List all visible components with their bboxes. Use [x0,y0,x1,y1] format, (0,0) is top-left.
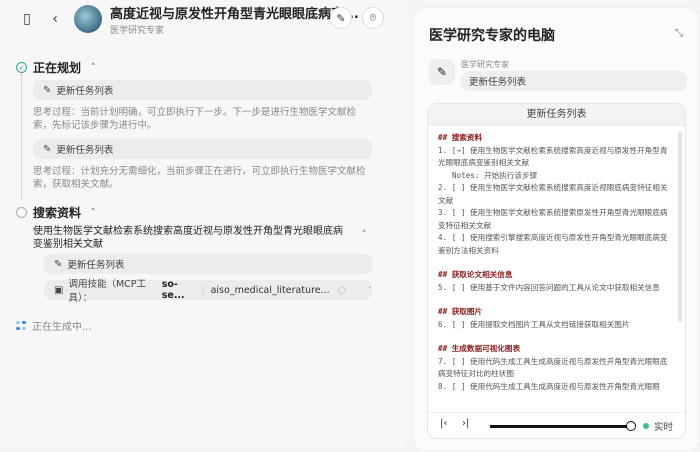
minimize-icon[interactable]: ⤡ [675,28,683,39]
skill-server: so-se... [161,279,185,301]
thought-text: 思考过程：计划充分无需细化，当前步骤正在进行，可立即执行生物医学文献检索，获取相… [33,166,366,190]
skill-label: 调用技能（MCP工具）： [68,279,147,304]
live-indicator[interactable]: 实时 [642,419,673,433]
action-update-tasklist[interactable]: ✎ 更新任务列表 [33,139,372,159]
section-heading: ## 搜索资料 [438,133,483,142]
agent-action: 更新任务列表 [461,71,687,91]
collapse-icon[interactable]: ˄ [362,230,367,240]
check-circle-icon: ✓ [16,62,27,73]
slider-handle[interactable] [626,421,636,431]
loading-dots-icon [16,320,26,331]
section-heading: ## 获取图片 [438,307,483,316]
generating-text: 正在生成中... [32,322,92,333]
pencil-icon: ✎ [54,258,63,270]
sidebar-toggle-icon[interactable]: ▯ [16,8,38,30]
skill-call[interactable]: ▣ 调用技能（MCP工具）： so-se... | aiso_medical_l… [44,279,372,304]
skip-start-icon[interactable]: |‹ [440,418,447,429]
new-note-icon[interactable]: ✎ [330,7,352,29]
avatar [74,5,102,33]
agent-name: 医学研究专家 [461,60,509,69]
task-line: 1. [→] 使用生物医学文献检索系统搜索高度近视与原发性开角型青光眼眼底病变鉴… [438,145,668,168]
chat-header: ▯ ‹ 高度近视与原发性开角型青光眼眼底病变... 医学研究专家 ✎ ⌾ [0,0,405,38]
task-line: 5. [ ] 使用基于文件内容回答问题的工具从论文中获取相关信息 [438,282,660,292]
viewer-title: 更新任务列表 [428,104,685,126]
tasklist-content[interactable]: ## 搜索资料 1. [→] 使用生物医学文献检索系统搜索高度近视与原发性开角型青… [438,132,674,410]
thought-text: 思考过程：当前计划明确，可立即执行下一步。下一步是进行生物医学文献检索，先标记该… [33,107,357,131]
chat-area: ▯ ‹ 高度近视与原发性开角型青光眼眼底病变... 医学研究专家 ✎ ⌾ ✓ 正… [0,0,405,447]
panel-title: 医学研究专家的电脑 [429,28,555,44]
action-update-tasklist[interactable]: ✎ 更新任务列表 [44,254,372,274]
skip-end-icon[interactable]: ›| [462,418,469,429]
tasklist-viewer: 更新任务列表 ## 搜索资料 1. [→] 使用生物医学文献检索系统搜索高度近视与… [427,103,686,439]
action-label: 更新任务列表 [56,145,114,156]
task-line: 3. [ ] 使用生物医学文献检索系统搜索原发性开角型青光眼眼底病变特征相关文献 [438,208,668,230]
task-line: 4. [ ] 使用搜索引擎搜索高度近视与原发性开角型青光眼眼底病变鉴别方法相关资… [438,233,668,255]
playback-controls: |‹ ›| 实时 [428,412,685,438]
timeline-line [21,74,22,200]
section-heading: ## 生成数据可视化图表 [438,344,521,353]
action-update-tasklist[interactable]: ✎ 更新任务列表 [33,80,372,100]
scrollbar[interactable] [678,132,682,322]
task-line: 7. [ ] 使用代码生成工具生成高度近视与原发性开角型青光眼眼底病变特征对比的… [438,356,668,379]
live-label: 实时 [653,422,673,433]
chevron-up-icon[interactable]: ˄ [91,63,96,73]
step-planning[interactable]: ✓ 正在规划 ˄ [16,59,96,76]
step-search[interactable]: 搜索资料 ˄ [16,204,96,221]
task-description: 使用生物医学文献检索系统搜索高度近视与原发性开角型青光眼眼底病变鉴别相关文献 [33,226,343,250]
skill-tool: aiso_medical_literature... [210,284,330,296]
section-heading: ## 获取论文相关信息 [438,270,513,279]
agent-subtitle: 医学研究专家 [110,25,165,36]
loading-spinner-icon: ◌ [337,284,346,296]
task-line: 8. [ ] 使用代码生成工具生成高度近视与原发性开角型青光眼眼 [438,381,660,391]
pencil-icon: ✎ [43,143,52,155]
pending-circle-icon [16,207,27,218]
generating-status: 正在生成中... [16,318,92,333]
step-title: 搜索资料 [33,206,82,220]
task-line: 2. [ ] 使用生物医学文献检索系统搜索高度近视眼底病变特征相关文献 [438,183,668,205]
action-label: 更新任务列表 [56,86,114,97]
conversation-title: 高度近视与原发性开角型青光眼眼底病变... [110,6,359,22]
task-note: Notes: 开始执行该步骤 [452,170,538,180]
chevron-up-icon[interactable]: ˄ [91,208,96,218]
task-line: 6. [ ] 使用提取文档图片工具从文档链接获取相关图片 [438,319,630,329]
action-label: 更新任务列表 [67,260,125,271]
live-dot-icon [642,423,649,429]
back-icon[interactable]: ‹ [44,8,66,30]
step-title: 正在规划 [33,61,82,75]
computer-panel: 医学研究专家的电脑 ⤡ ✎ 医学研究专家 更新任务列表 更新任务列表 ## 搜索… [412,7,700,452]
toolbox-icon: ▣ [54,284,64,296]
chevron-down-icon[interactable]: ˅ [368,286,372,295]
location-icon[interactable]: ⌾ [362,7,384,29]
pencil-icon: ✎ [429,59,455,85]
pencil-icon: ✎ [43,84,52,96]
playback-slider[interactable] [490,425,630,428]
